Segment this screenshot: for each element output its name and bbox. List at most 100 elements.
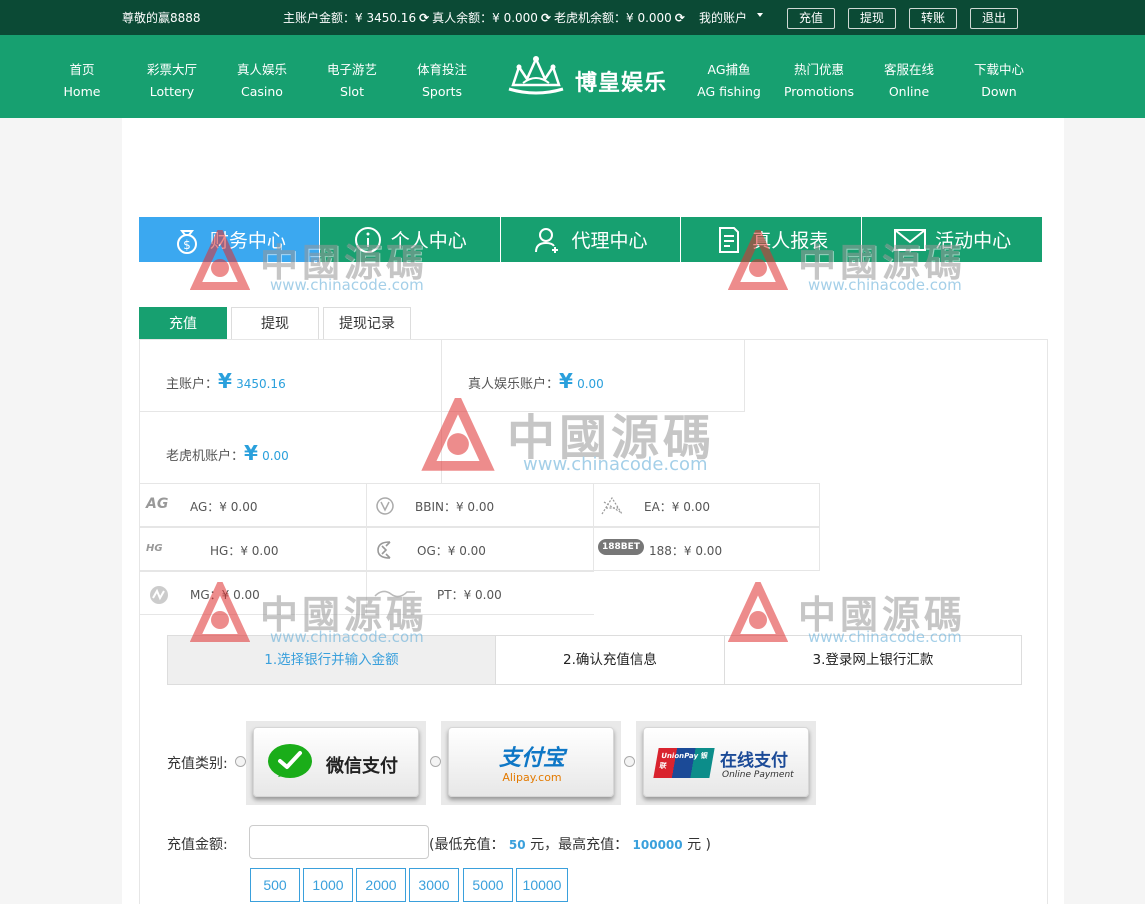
my-account-menu[interactable]: 我的账户 xyxy=(699,9,747,26)
quick-amount-button[interactable]: 5000 xyxy=(463,868,513,902)
quick-amount-button[interactable]: 1000 xyxy=(303,868,353,902)
nav-item-home[interactable]: 首页 Home xyxy=(37,59,127,103)
main-account-label: 主账户：¥ 3450.16 xyxy=(166,369,286,393)
ea-logo-icon xyxy=(601,496,623,515)
tab-finance[interactable]: $ 财务中心 xyxy=(139,217,320,262)
nav-label-cn: AG捕鱼 xyxy=(707,62,751,77)
game-balance-text: HG：¥ 0.00 xyxy=(210,544,279,558)
game-balance-text: MG：¥ 0.00 xyxy=(190,588,260,602)
wechat-pay-card: 微信支付 xyxy=(253,727,419,797)
main-balance: 主账户金额：¥ 3450.16 xyxy=(283,11,417,25)
game-balance-188: 188BET 188：¥ 0.00 xyxy=(593,527,820,571)
tab-agent[interactable]: 代理中心 xyxy=(500,217,682,262)
refresh-icon[interactable]: ⟳ xyxy=(541,11,551,25)
alipay-url: Alipay.com xyxy=(502,771,562,784)
tab-personal[interactable]: 个人中心 xyxy=(319,217,501,262)
tab-withdraw-records[interactable]: 提现记录 xyxy=(323,307,411,339)
alipay-radio[interactable] xyxy=(430,756,441,767)
tab-activity[interactable]: 活动中心 xyxy=(862,217,1043,262)
main-account-card: 主账户：¥ 3450.16 xyxy=(139,339,442,412)
nav-item-promotions[interactable]: 热门优惠 Promotions xyxy=(774,59,864,103)
live-account-card: 真人娱乐账户：¥ 0.00 xyxy=(441,339,745,412)
slot-account-label: 老虎机账户：¥ 0.00 xyxy=(166,441,289,465)
withdraw-button[interactable]: 提现 xyxy=(848,8,896,29)
nav-label-cn: 彩票大厅 xyxy=(146,62,197,77)
nav-item-sports[interactable]: 体育投注 Sports xyxy=(397,59,487,103)
live-account-label: 真人娱乐账户：¥ 0.00 xyxy=(468,369,604,393)
game-balance-text: PT：¥ 0.00 xyxy=(437,588,502,602)
tab-live-report[interactable]: 真人报表 xyxy=(681,217,863,262)
tab-label: 活动中心 xyxy=(935,230,1012,252)
nav-label-cn: 真人娱乐 xyxy=(236,62,287,77)
wechat-radio[interactable] xyxy=(235,756,246,767)
refresh-icon[interactable]: ⟳ xyxy=(675,11,685,25)
online-pay-label: 在线支付 xyxy=(720,751,788,771)
logout-button[interactable]: 退出 xyxy=(970,8,1018,29)
nav-item-lottery[interactable]: 彩票大厅 Lottery xyxy=(127,59,217,103)
game-balance-ag: AG AG：¥ 0.00 xyxy=(139,483,367,527)
label-text: 主账户： xyxy=(166,377,219,392)
game-balance-text: OG：¥ 0.00 xyxy=(417,544,486,558)
max-amount: 100000 xyxy=(632,838,683,852)
unionpay-badge-text: UnionPay 银联 xyxy=(658,752,709,770)
add-user-icon xyxy=(535,227,559,253)
logo-text: 博皇娱乐 xyxy=(575,71,668,96)
alipay-card: 支付宝 Alipay.com xyxy=(448,727,614,797)
online-pay-radio[interactable] xyxy=(624,756,635,767)
recharge-steps: 1.选择银行并输入金额 2.确认充值信息 3.登录网上银行汇款 xyxy=(167,635,1022,685)
tab-label: 代理中心 xyxy=(571,230,648,252)
nav-label-en: Online xyxy=(888,84,930,99)
nav-label-en: AG fishing xyxy=(697,84,761,99)
recharge-type-label: 充值类别: xyxy=(167,756,228,772)
quick-amount-button[interactable]: 3000 xyxy=(409,868,459,902)
crown-logo-icon xyxy=(508,55,564,95)
step-2: 2.确认充值信息 xyxy=(496,636,725,684)
nav-label-cn: 下载中心 xyxy=(973,62,1024,77)
nav-item-casino[interactable]: 真人娱乐 Casino xyxy=(217,59,307,103)
amount-input[interactable] xyxy=(249,825,429,859)
nav-item-download[interactable]: 下载中心 Down xyxy=(954,59,1044,103)
game-balance-text: BBIN：¥ 0.00 xyxy=(415,500,495,514)
live-balance: 真人余额：¥ 0.000 xyxy=(432,11,538,25)
quick-amount-button[interactable]: 2000 xyxy=(356,868,406,902)
game-balance-text: AG：¥ 0.00 xyxy=(190,500,258,514)
step-1: 1.选择银行并输入金额 xyxy=(168,636,496,684)
quick-amount-button[interactable]: 500 xyxy=(250,868,300,902)
top-bar: 尊敬的赢8888 主账户金额：¥ 3450.16 ⟳ 真人余额：¥ 0.000 ⟳ 老虎… xyxy=(0,0,1145,35)
game-balance-ea: EA：¥ 0.00 xyxy=(593,483,820,527)
nav-label-en: Sports xyxy=(421,84,463,99)
tab-recharge[interactable]: 充值 xyxy=(139,307,227,339)
nav-item-ag-fishing[interactable]: AG捕鱼 AG fishing xyxy=(684,59,774,103)
greeting: 尊敬的赢8888 xyxy=(122,11,201,25)
nav-label-cn: 体育投注 xyxy=(416,62,467,77)
nav-label-en: Promotions xyxy=(783,84,855,99)
info-icon xyxy=(354,226,381,253)
chevron-down-icon[interactable] xyxy=(757,13,763,17)
yen-icon: ¥ xyxy=(218,369,232,393)
tab-withdraw[interactable]: 提现 xyxy=(231,307,319,339)
alipay-option[interactable]: 支付宝 Alipay.com xyxy=(441,721,621,805)
slot-account-card: 老虎机账户：¥ 0.00 xyxy=(139,411,442,484)
online-pay-option[interactable]: UnionPay 银联 在线支付 Online Payment xyxy=(636,721,816,805)
nav-label-en: Down xyxy=(981,84,1017,99)
range-suffix: 元 ) xyxy=(687,837,712,853)
game-balance-og: OG：¥ 0.00 xyxy=(366,527,594,571)
site-logo[interactable]: 博皇娱乐 xyxy=(505,53,675,101)
transfer-button[interactable]: 转账 xyxy=(909,8,957,29)
balance-summary: 主账户金额：¥ 3450.16 ⟳ 真人余额：¥ 0.000 ⟳ 老虎机余额：¥ 0.0… xyxy=(283,9,688,26)
game-balance-bbin: BBIN：¥ 0.00 xyxy=(366,483,594,527)
nav-item-slot[interactable]: 电子游艺 Slot xyxy=(307,59,397,103)
mail-icon xyxy=(894,228,927,251)
quick-amount-button[interactable]: 10000 xyxy=(516,868,568,902)
game-balance-text: EA：¥ 0.00 xyxy=(644,500,710,514)
game-balance-mg: MG：¥ 0.00 xyxy=(139,571,367,615)
nav-item-online[interactable]: 客服在线 Online xyxy=(864,59,954,103)
yen-icon: ¥ xyxy=(559,369,573,393)
nav-label-cn: 客服在线 xyxy=(883,62,934,77)
wechat-pay-option[interactable]: 微信支付 xyxy=(246,721,426,805)
refresh-icon[interactable]: ⟳ xyxy=(419,11,429,25)
recharge-button[interactable]: 充值 xyxy=(787,8,835,29)
money-bag-icon: $ xyxy=(176,229,197,254)
hg-logo-icon: HG xyxy=(146,543,163,554)
online-pay-sub: Online Payment xyxy=(722,770,794,780)
